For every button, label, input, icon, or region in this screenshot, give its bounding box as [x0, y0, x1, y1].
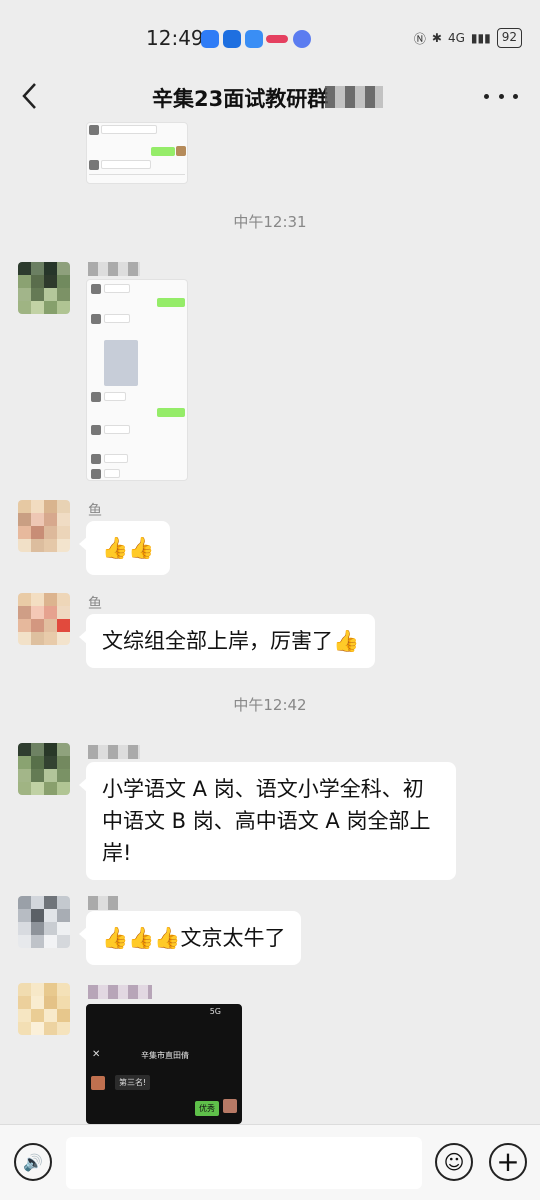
avatar[interactable]	[18, 500, 70, 552]
sender-name-blurred	[88, 745, 140, 759]
mini-avatar	[91, 284, 101, 294]
mini-avatar	[223, 1099, 237, 1113]
mini-msg-right: 优秀	[195, 1101, 219, 1116]
mini-input-bar	[89, 174, 185, 182]
status-bar: 12:49 Ⓝ ✱ 4G ▮▮▮ 92	[0, 0, 540, 80]
shared-screenshot-1[interactable]	[86, 122, 188, 184]
mini-msg	[101, 125, 157, 134]
mini-avatar	[91, 392, 101, 402]
more-dot-icon	[498, 93, 504, 99]
mini-close-icon: ✕	[92, 1049, 101, 1060]
timestamp: 中午12:31	[233, 213, 307, 231]
avatar[interactable]	[18, 593, 70, 645]
mini-avatar	[91, 454, 101, 464]
emoji-button[interactable]: ☺	[435, 1143, 473, 1181]
mini-photo	[104, 340, 138, 386]
signal-icon: ▮▮▮	[470, 31, 491, 45]
cloud-sync-icon	[245, 30, 263, 48]
plus-icon: +	[496, 1145, 520, 1178]
shared-screenshot-3[interactable]: 5G ✕ 辛集市直田倩 第三名! 优秀	[86, 1004, 242, 1124]
message-bubble[interactable]: 👍👍	[78, 521, 171, 575]
mini-msg	[104, 469, 120, 478]
message-bubble[interactable]: 文综组全部上岸，厉害了👍	[78, 614, 376, 668]
battery-level: 92	[496, 28, 522, 48]
mini-signal: 5G	[209, 1007, 221, 1016]
back-button[interactable]	[14, 78, 44, 114]
mini-avatar	[91, 425, 101, 435]
avatar[interactable]	[18, 262, 70, 314]
timestamp: 中午12:42	[233, 696, 307, 714]
mini-msg-left: 第三名!	[115, 1075, 151, 1090]
mini-chat-title: 辛集市直田倩	[141, 1051, 189, 1060]
mini-avatar	[176, 146, 186, 156]
avatar[interactable]	[18, 983, 70, 1035]
sender-name: 鱼	[88, 596, 102, 612]
more-options-button[interactable]	[484, 80, 518, 112]
mini-avatar	[89, 160, 99, 170]
more-actions-button[interactable]: +	[489, 1143, 527, 1181]
nav-app-icon	[223, 30, 241, 48]
shared-screenshot-2[interactable]	[86, 279, 188, 481]
network-label: 4G	[447, 31, 465, 45]
mini-avatar	[91, 469, 101, 479]
chat-input-bar: 🔊 ☺ +	[0, 1124, 540, 1200]
title-blur	[325, 86, 383, 108]
avatar[interactable]	[18, 896, 70, 948]
message-bubble[interactable]: 小学语文 A 岗、语文小学全科、初中语文 B 岗、高中语文 A 岗全部上岸!	[79, 762, 456, 880]
mini-avatar	[91, 314, 101, 324]
music-app-icon	[293, 30, 311, 48]
mini-msg	[101, 160, 151, 169]
mini-msg	[104, 284, 130, 293]
sender-name: 鱼	[88, 503, 102, 519]
chevron-left-icon	[22, 83, 36, 109]
message-bubble[interactable]: 👍👍👍文京太牛了	[78, 911, 302, 965]
voice-icon: 🔊	[23, 1152, 43, 1172]
mini-msg	[104, 392, 126, 401]
cloud-app-icon	[201, 30, 219, 48]
status-indicators: Ⓝ ✱ 4G ▮▮▮ 92	[414, 28, 522, 48]
more-dot-icon	[484, 93, 489, 99]
mini-avatar	[89, 125, 99, 135]
status-time: 12:49	[146, 26, 204, 50]
nfc-icon: Ⓝ	[413, 31, 426, 46]
mini-avatar	[91, 1076, 105, 1090]
mini-msg	[104, 454, 128, 463]
smile-icon: ☺	[443, 1150, 465, 1174]
message-input[interactable]	[66, 1137, 422, 1189]
brand-app-icon	[266, 35, 288, 43]
mini-msg-self	[151, 147, 175, 156]
voice-input-button[interactable]: 🔊	[14, 1143, 52, 1181]
more-dot-icon	[513, 93, 518, 99]
mini-msg-self	[157, 298, 185, 307]
sender-name-blurred	[88, 985, 152, 999]
mini-msg-self	[157, 408, 185, 417]
sender-name-blurred	[88, 262, 140, 276]
chat-title: 辛集23面试教研群	[152, 87, 329, 111]
mini-msg	[104, 425, 130, 434]
bluetooth-icon: ✱	[431, 31, 442, 45]
sender-name-blurred	[88, 896, 118, 910]
chat-header: 辛集23面试教研群	[0, 70, 540, 122]
mini-msg	[104, 314, 130, 323]
avatar[interactable]	[18, 743, 70, 795]
